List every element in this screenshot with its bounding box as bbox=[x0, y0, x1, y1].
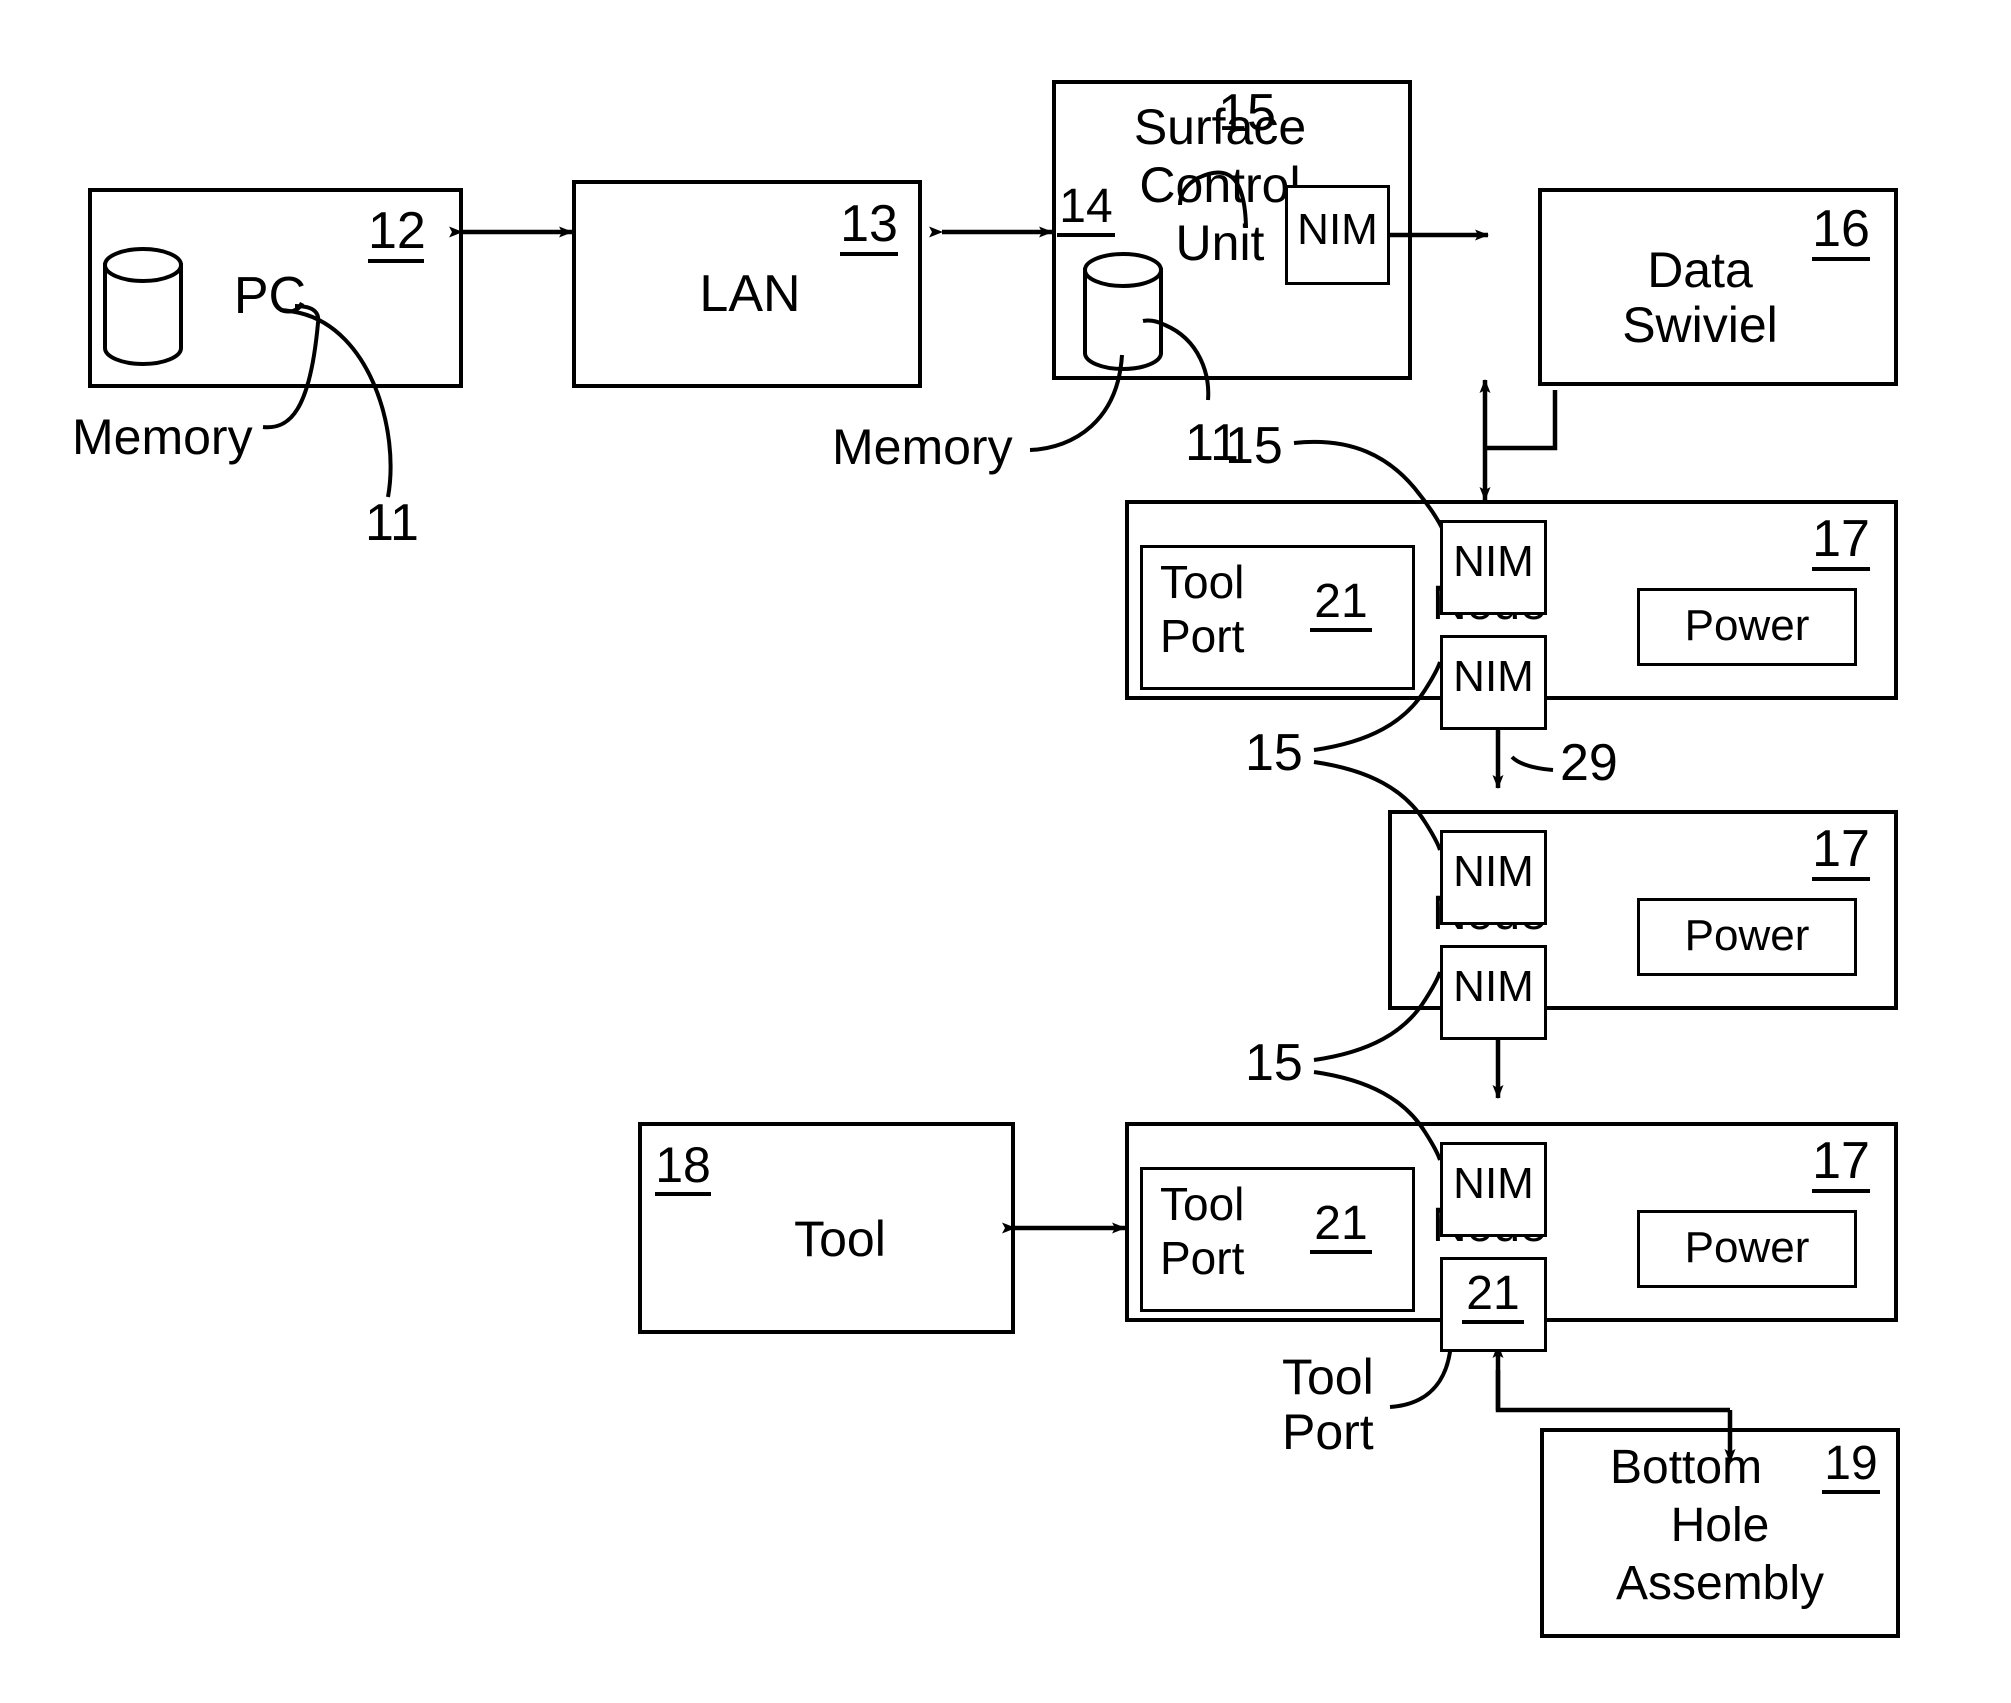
bha-line1: Bottom bbox=[1610, 1441, 1763, 1494]
data-swiviel-ref: 16 bbox=[1812, 203, 1870, 261]
node-1-ref: 17 bbox=[1812, 513, 1870, 571]
node-3-power-label: Power bbox=[1684, 1223, 1810, 1272]
bha-ref: 19 bbox=[1822, 1440, 1880, 1494]
node-3-ref: 17 bbox=[1812, 1135, 1870, 1193]
node-1-power-label: Power bbox=[1684, 601, 1810, 650]
leader-29 bbox=[1510, 755, 1554, 772]
memory-label-pc: Memory bbox=[72, 409, 253, 465]
tool-port-callout-line1: Tool bbox=[1282, 1349, 1374, 1405]
ref-15-node3-top: 15 bbox=[1245, 1034, 1303, 1092]
memory-label-scu: Memory bbox=[832, 419, 1013, 475]
ref-15-node1-bottom: 15 bbox=[1245, 724, 1303, 782]
node-3-top-nim-label: NIM bbox=[1453, 1159, 1534, 1208]
lan-ref: 13 bbox=[840, 198, 898, 256]
node-3-tool-port-line1: Tool bbox=[1160, 1178, 1245, 1230]
node-1-tool-port-ref: 21 bbox=[1310, 578, 1372, 632]
patent-figure-canvas: 12 PC 13 LAN Surface Control Unit 14 NIM… bbox=[0, 0, 2011, 1703]
ref-29-link: 29 bbox=[1560, 734, 1618, 792]
data-swiviel-line2: Swiviel bbox=[1622, 297, 1778, 353]
node-3-tool-port-line2: Port bbox=[1160, 1232, 1245, 1284]
node-1-tool-port-line2: Port bbox=[1160, 610, 1245, 662]
pc-label: PC bbox=[233, 267, 307, 325]
bha-line2: Hole bbox=[1670, 1499, 1770, 1552]
line-node3-bha bbox=[1495, 1370, 1730, 1413]
bha-line3: Assembly bbox=[1615, 1557, 1825, 1610]
node-3-bottom-port-ref: 21 bbox=[1462, 1270, 1524, 1324]
node-2-top-nim-label: NIM bbox=[1453, 847, 1534, 896]
lan-label: LAN bbox=[699, 265, 801, 323]
ref-15-scu: 15 bbox=[1218, 84, 1276, 142]
ref-11-pc: 11 bbox=[365, 494, 419, 552]
node-1-top-nim-label: NIM bbox=[1453, 537, 1534, 586]
tool-ref: 18 bbox=[655, 1140, 711, 1196]
scu-ref: 14 bbox=[1057, 183, 1115, 237]
tool-port-callout-line2: Port bbox=[1282, 1404, 1374, 1460]
data-swiviel-line1: Data bbox=[1647, 242, 1753, 298]
pc-ref: 12 bbox=[368, 205, 426, 263]
node-1-bottom-nim-label: NIM bbox=[1453, 652, 1534, 701]
node-3-tool-port-ref: 21 bbox=[1310, 1200, 1372, 1254]
node-2-bottom-nim-label: NIM bbox=[1453, 962, 1534, 1011]
node-1-tool-port-line1: Tool bbox=[1160, 556, 1245, 608]
line-swiviel-down bbox=[1485, 390, 1558, 451]
tool-label: Tool bbox=[794, 1211, 886, 1267]
node-2-ref: 17 bbox=[1812, 823, 1870, 881]
node-2-power-label: Power bbox=[1684, 911, 1810, 960]
ref-15-node1-top: 15 bbox=[1225, 417, 1283, 475]
scu-nim-label: NIM bbox=[1297, 205, 1378, 254]
